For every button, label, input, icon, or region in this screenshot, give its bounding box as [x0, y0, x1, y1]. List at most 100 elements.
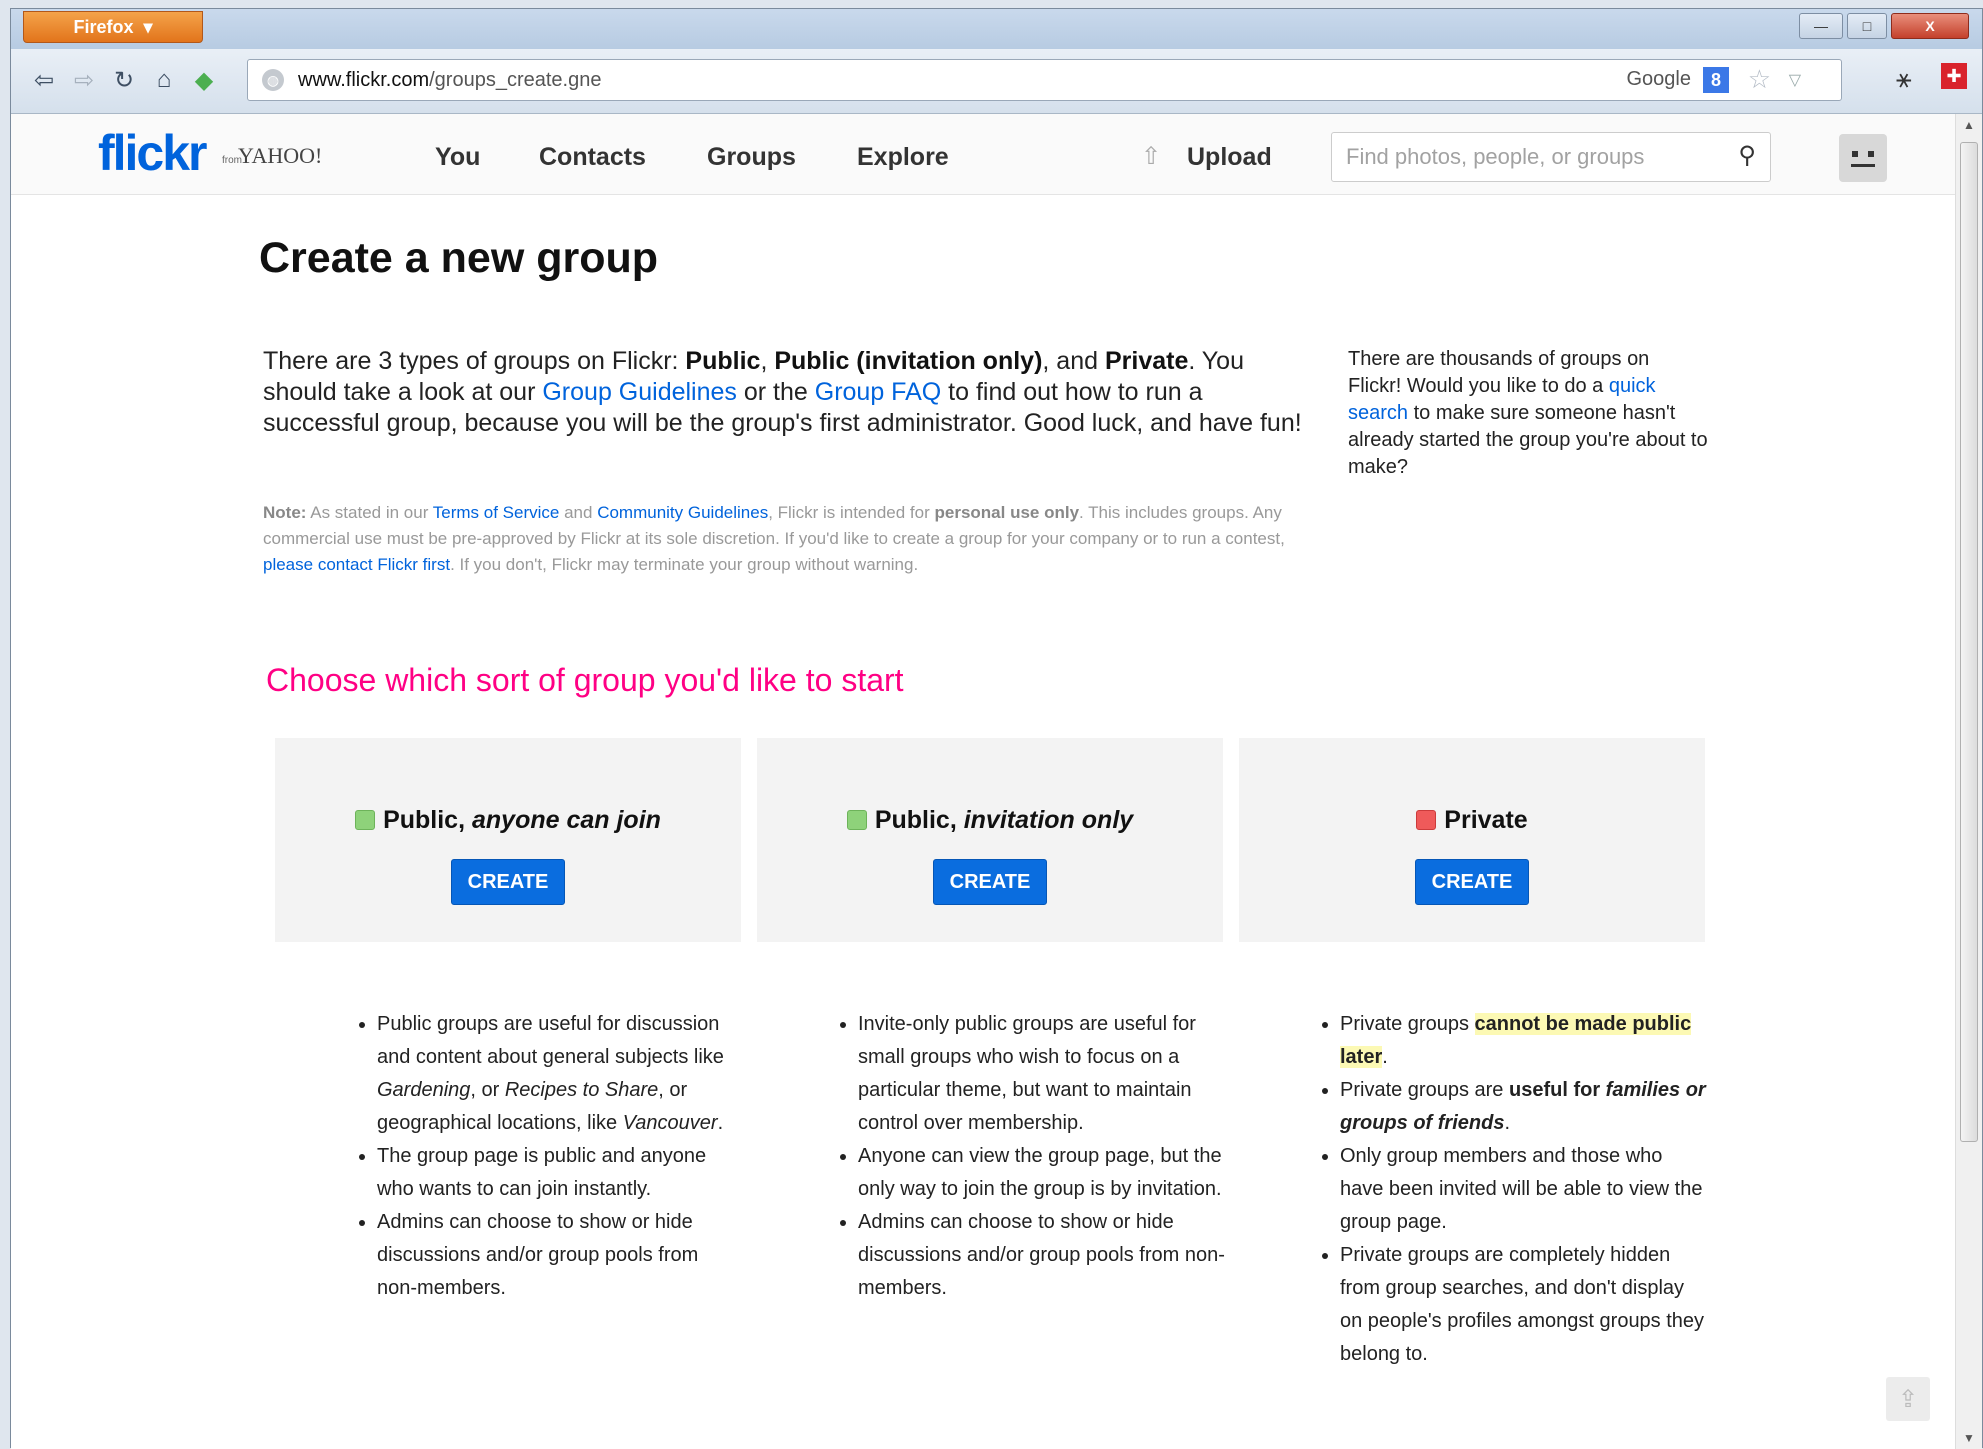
bullet-text: Public groups are useful for discussion … [377, 1013, 724, 1068]
firefox-menu-label: Firefox [73, 16, 134, 37]
nav-explore[interactable]: Explore [857, 143, 949, 172]
green-square-icon [846, 810, 867, 830]
create-public-button[interactable]: CREATE [451, 859, 565, 905]
bookmark-star-icon[interactable]: ☆ [1748, 64, 1771, 95]
group-faq-link[interactable]: Group FAQ [815, 378, 941, 406]
intro-bold-private: Private [1104, 347, 1189, 375]
minimize-button[interactable]: — [1799, 13, 1843, 39]
bullet-text: Private groups [1340, 1013, 1475, 1035]
addon-bar-icon[interactable]: ✚ [1941, 63, 1967, 89]
contact-flickr-link[interactable]: please contact Flickr first [263, 555, 450, 574]
side-note-part: There are thousands of groups on Flickr!… [1348, 348, 1650, 397]
bullet-text: . [717, 1112, 724, 1134]
page-content: flickr from YAHOO! You Contacts Groups E… [11, 114, 1956, 1449]
bullet-italic: Vancouver [622, 1112, 718, 1134]
nav-groups[interactable]: Groups [707, 143, 796, 172]
firefox-menu-button[interactable]: Firefox ▾ [23, 11, 203, 43]
vertical-scrollbar[interactable]: ▲ ▼ [1955, 114, 1982, 1449]
note-text-part: , Flickr is intended for [768, 503, 935, 522]
intro-text-part: , [760, 347, 775, 375]
card-private: Private CREATE [1239, 738, 1705, 942]
extension-icon[interactable]: ⚹ [1896, 63, 1912, 95]
reload-icon[interactable]: ↻ [109, 65, 139, 95]
card-title-main: Private [1444, 806, 1528, 834]
intro-text-part: , and [1042, 347, 1105, 375]
globe-icon: ◍ [262, 69, 284, 91]
google-plus-icon[interactable]: 8 [1703, 67, 1729, 93]
list-item: Public groups are useful for discussion … [377, 1008, 743, 1140]
url-domain: www.flickr.com [298, 69, 430, 91]
upload-arrow-icon: ⇧ [1141, 143, 1162, 170]
search-engine-label: Google [1626, 68, 1692, 90]
intro-text-part: There are 3 types of groups on Flickr: [263, 347, 686, 375]
private-bullets: Private groups cannot be made public lat… [1318, 1008, 1710, 1371]
bullet-italic: Recipes to Share [504, 1079, 659, 1101]
logo-text: flickr [98, 125, 208, 181]
browser-toolbar: ⇦ ⇨ ↻ ⌂ ◆ ◍ www.flickr.com/groups_create… [11, 49, 1982, 114]
group-guidelines-link[interactable]: Group Guidelines [542, 378, 737, 406]
scrollbar-thumb[interactable] [1960, 142, 1978, 1142]
list-item: Private groups are useful for families o… [1340, 1074, 1710, 1140]
note-bold-personal-use: personal use only [934, 503, 1080, 522]
list-item: Admins can choose to show or hide discus… [858, 1206, 1228, 1305]
choose-heading: Choose which sort of group you'd like to… [266, 662, 904, 698]
flickr-logo[interactable]: flickr [98, 124, 208, 182]
flickr-header: flickr from YAHOO! You Contacts Groups E… [11, 114, 1956, 195]
list-item: Invite-only public groups are useful for… [858, 1008, 1228, 1140]
bullet-text: , or [470, 1079, 505, 1101]
search-input[interactable] [1344, 143, 1718, 171]
note-label: Note: [263, 503, 307, 522]
url-bar[interactable]: ◍ www.flickr.com/groups_create.gne Googl… [247, 59, 1842, 101]
home-icon[interactable]: ⌂ [149, 65, 179, 95]
back-icon[interactable]: ⇦ [29, 65, 59, 95]
card-invite: Public, invitation only CREATE [757, 738, 1223, 942]
intro-bold-public: Public [685, 347, 761, 375]
community-guidelines-link[interactable]: Community Guidelines [597, 503, 768, 522]
chevron-down-icon: ▾ [143, 16, 153, 37]
nav-contacts[interactable]: Contacts [539, 143, 646, 172]
url-dropdown-icon[interactable]: ▽ [1789, 70, 1801, 90]
url-path: /groups_create.gne [429, 69, 602, 91]
title-bar: Firefox ▾ — □ X [11, 9, 1982, 49]
card-title-sub: anyone can join [471, 806, 661, 834]
browser-window: Firefox ▾ — □ X ⇦ ⇨ ↻ ⌂ ◆ ◍ www.flickr.c… [10, 8, 1983, 1449]
terms-of-service-link[interactable]: Terms of Service [433, 503, 560, 522]
card-title-sub: invitation only [963, 806, 1134, 834]
minimize-icon: — [1814, 18, 1828, 34]
close-icon: X [1925, 18, 1935, 34]
card-public: Public, anyone can join CREATE [275, 738, 741, 942]
close-window-button[interactable]: X [1891, 13, 1969, 39]
maximize-button[interactable]: □ [1847, 13, 1887, 39]
bullet-italic: Gardening [377, 1079, 471, 1101]
list-item: The group page is public and anyone who … [377, 1140, 743, 1206]
card-title: Private [1239, 806, 1705, 835]
bullet-text: Private groups are [1340, 1079, 1509, 1101]
create-invite-button[interactable]: CREATE [933, 859, 1047, 905]
search-icon[interactable]: ⚲ [1738, 141, 1756, 170]
search-box: ⚲ [1331, 132, 1771, 182]
list-item: Anyone can view the group page, but the … [858, 1140, 1228, 1206]
scroll-down-icon[interactable]: ▼ [1956, 1427, 1982, 1449]
nav-you[interactable]: You [435, 143, 480, 172]
list-item: Admins can choose to show or hide discus… [377, 1206, 743, 1305]
side-note: There are thousands of groups on Flickr!… [1348, 346, 1708, 481]
card-title: Public, anyone can join [275, 806, 741, 835]
forward-icon[interactable]: ⇨ [69, 65, 99, 95]
buddy-icon[interactable] [1839, 134, 1887, 182]
green-square-icon [355, 810, 376, 830]
upload-link[interactable]: Upload [1187, 143, 1272, 172]
bullet-bold: useful for [1508, 1079, 1606, 1101]
list-item: Private groups cannot be made public lat… [1340, 1008, 1710, 1074]
scroll-up-icon[interactable]: ▲ [1956, 114, 1982, 136]
note-text-part: and [559, 503, 598, 522]
intro-text-part: or the [736, 378, 815, 406]
addon-icon[interactable]: ◆ [189, 65, 219, 95]
red-square-icon [1416, 810, 1437, 830]
bullet-text: . [1504, 1112, 1511, 1134]
card-title-main: Public, [383, 806, 472, 834]
public-bullets: Public groups are useful for discussion … [355, 1008, 743, 1305]
url-text: www.flickr.com/groups_create.gne [298, 69, 601, 92]
create-private-button[interactable]: CREATE [1415, 859, 1529, 905]
share-icon[interactable]: ⇪ [1886, 1377, 1930, 1421]
maximize-icon: □ [1862, 18, 1872, 34]
